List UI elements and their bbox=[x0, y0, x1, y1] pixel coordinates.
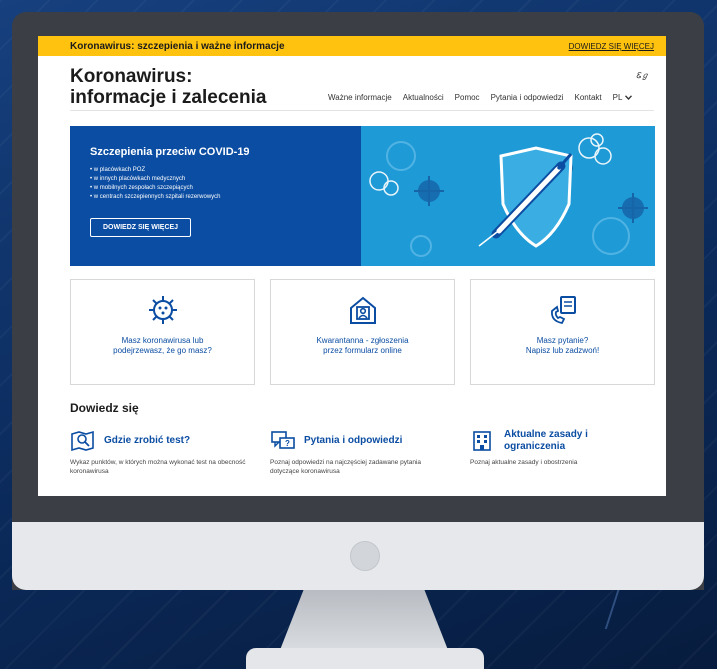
chevron-down-icon bbox=[625, 95, 633, 100]
phone-chat-icon bbox=[550, 296, 576, 325]
power-button bbox=[350, 541, 380, 571]
card-label-line2: podejrzewasz, że go masz? bbox=[113, 346, 212, 355]
card-label: Kwarantanna - zgłoszenia przez formularz… bbox=[288, 336, 438, 356]
learn-item-title: Pytania i odpowiedzi bbox=[304, 435, 403, 446]
hero-list-item: w innych placówkach medycznych bbox=[90, 175, 341, 184]
quick-cards: Masz koronawirusa lub podejrzewasz, że g… bbox=[70, 279, 655, 385]
learn-item-title-line2: ograniczenia bbox=[504, 441, 566, 452]
hero-banner: Szczepienia przeciw COVID-19 w placówkac… bbox=[70, 126, 655, 266]
chat-bubbles-icon: ? bbox=[271, 431, 295, 449]
vaccine-illustration-icon bbox=[369, 133, 648, 257]
card-question[interactable]: Masz pytanie? Napisz lub zadzwoń! bbox=[470, 279, 655, 385]
nav-item-aktualnosci[interactable]: Aktualności bbox=[403, 93, 444, 102]
hero-title: Szczepienia przeciw COVID-19 bbox=[90, 146, 250, 158]
learn-item-rules[interactable]: Aktualne zasady i ograniczenia Poznaj ak… bbox=[470, 428, 666, 476]
main-nav: Ważne informacje Aktualności Pomoc Pytan… bbox=[328, 93, 633, 102]
svg-text:Ꮛℊ: Ꮛℊ bbox=[636, 71, 649, 80]
language-label: PL bbox=[612, 93, 623, 102]
card-label-line1: Kwarantanna - zgłoszenia bbox=[316, 336, 409, 345]
learn-item-desc: Wykaz punktów, w których można wykonać t… bbox=[70, 459, 246, 475]
svg-text:?: ? bbox=[285, 439, 290, 448]
learn-item-desc: Poznaj aktualne zasady i obostrzenia bbox=[470, 459, 578, 466]
nav-item-wazne[interactable]: Ważne informacje bbox=[328, 93, 392, 102]
card-quarantine[interactable]: Kwarantanna - zgłoszenia przez formularz… bbox=[270, 279, 455, 385]
learn-item-faq[interactable]: ? Pytania i odpowiedzi Poznaj odpowiedzi… bbox=[270, 428, 470, 476]
site-title[interactable]: Koronawirus: informacje i zalecenia bbox=[70, 66, 290, 108]
hero-more-button[interactable]: DOWIEDZ SIĘ WIĘCEJ bbox=[90, 218, 192, 237]
alert-more-link[interactable]: DOWIEDZ SIĘ WIĘCEJ bbox=[569, 42, 654, 51]
screen: Koronawirus: szczepienia i ważne informa… bbox=[38, 36, 666, 496]
learn-item-title: Aktualne zasady i ograniczenia bbox=[504, 429, 588, 453]
card-infected[interactable]: Masz koronawirusa lub podejrzewasz, że g… bbox=[70, 279, 255, 385]
monitor-stand bbox=[280, 590, 448, 650]
map-test-icon bbox=[71, 430, 94, 452]
nav-item-kontakt[interactable]: Kontakt bbox=[575, 93, 602, 102]
card-label: Masz pytanie? Napisz lub zadzwoń! bbox=[488, 336, 638, 356]
alert-bar: Koronawirus: szczepienia i ważne informa… bbox=[38, 36, 666, 56]
learn-section-title: Dowiedz się bbox=[70, 401, 139, 415]
hero-list-item: w placówkach POZ bbox=[90, 166, 341, 175]
learn-item-head: ? Pytania i odpowiedzi bbox=[270, 428, 470, 454]
card-label-line1: Masz koronawirusa lub bbox=[121, 336, 204, 345]
hero-illustration bbox=[361, 126, 655, 266]
learn-item-test[interactable]: Gdzie zrobić test? Wykaz punktów, w któr… bbox=[70, 428, 270, 476]
alert-text: Koronawirus: szczepienia i ważne informa… bbox=[70, 40, 285, 52]
hero-list-item: w centrach szczepiennych szpitali rezerw… bbox=[90, 193, 341, 202]
accessibility-icon[interactable]: Ꮛℊ bbox=[636, 70, 650, 83]
house-person-icon bbox=[349, 296, 376, 324]
virus-icon bbox=[148, 296, 177, 324]
card-label-line2: Napisz lub zadzwoń! bbox=[525, 346, 600, 355]
learn-section: Gdzie zrobić test? Wykaz punktów, w któr… bbox=[70, 428, 666, 476]
card-label: Masz koronawirusa lub podejrzewasz, że g… bbox=[88, 336, 238, 356]
monitor-base bbox=[246, 648, 484, 669]
learn-item-head: Aktualne zasady i ograniczenia bbox=[470, 428, 666, 454]
nav-item-pomoc[interactable]: Pomoc bbox=[455, 93, 480, 102]
hero-list: w placówkach POZ w innych placówkach med… bbox=[90, 166, 341, 202]
nav-item-pytania[interactable]: Pytania i odpowiedzi bbox=[491, 93, 564, 102]
card-label-line1: Masz pytanie? bbox=[536, 336, 589, 345]
card-label-line2: przez formularz online bbox=[323, 346, 402, 355]
header-divider bbox=[70, 110, 654, 111]
learn-item-head: Gdzie zrobić test? bbox=[70, 428, 270, 454]
building-icon bbox=[473, 431, 491, 451]
site-title-line2: informacje i zalecenia bbox=[70, 87, 267, 108]
learn-item-title-line1: Aktualne zasady i bbox=[504, 429, 588, 440]
site-title-line1: Koronawirus: bbox=[70, 66, 193, 87]
language-select[interactable]: PL bbox=[613, 93, 633, 102]
hero-content: Szczepienia przeciw COVID-19 w placówkac… bbox=[70, 126, 361, 266]
learn-item-title: Gdzie zrobić test? bbox=[104, 435, 191, 446]
hero-list-item: w mobilnych zespołach szczepiących bbox=[90, 184, 341, 193]
learn-item-desc: Poznaj odpowiedzi na najczęściej zadawan… bbox=[270, 459, 422, 475]
